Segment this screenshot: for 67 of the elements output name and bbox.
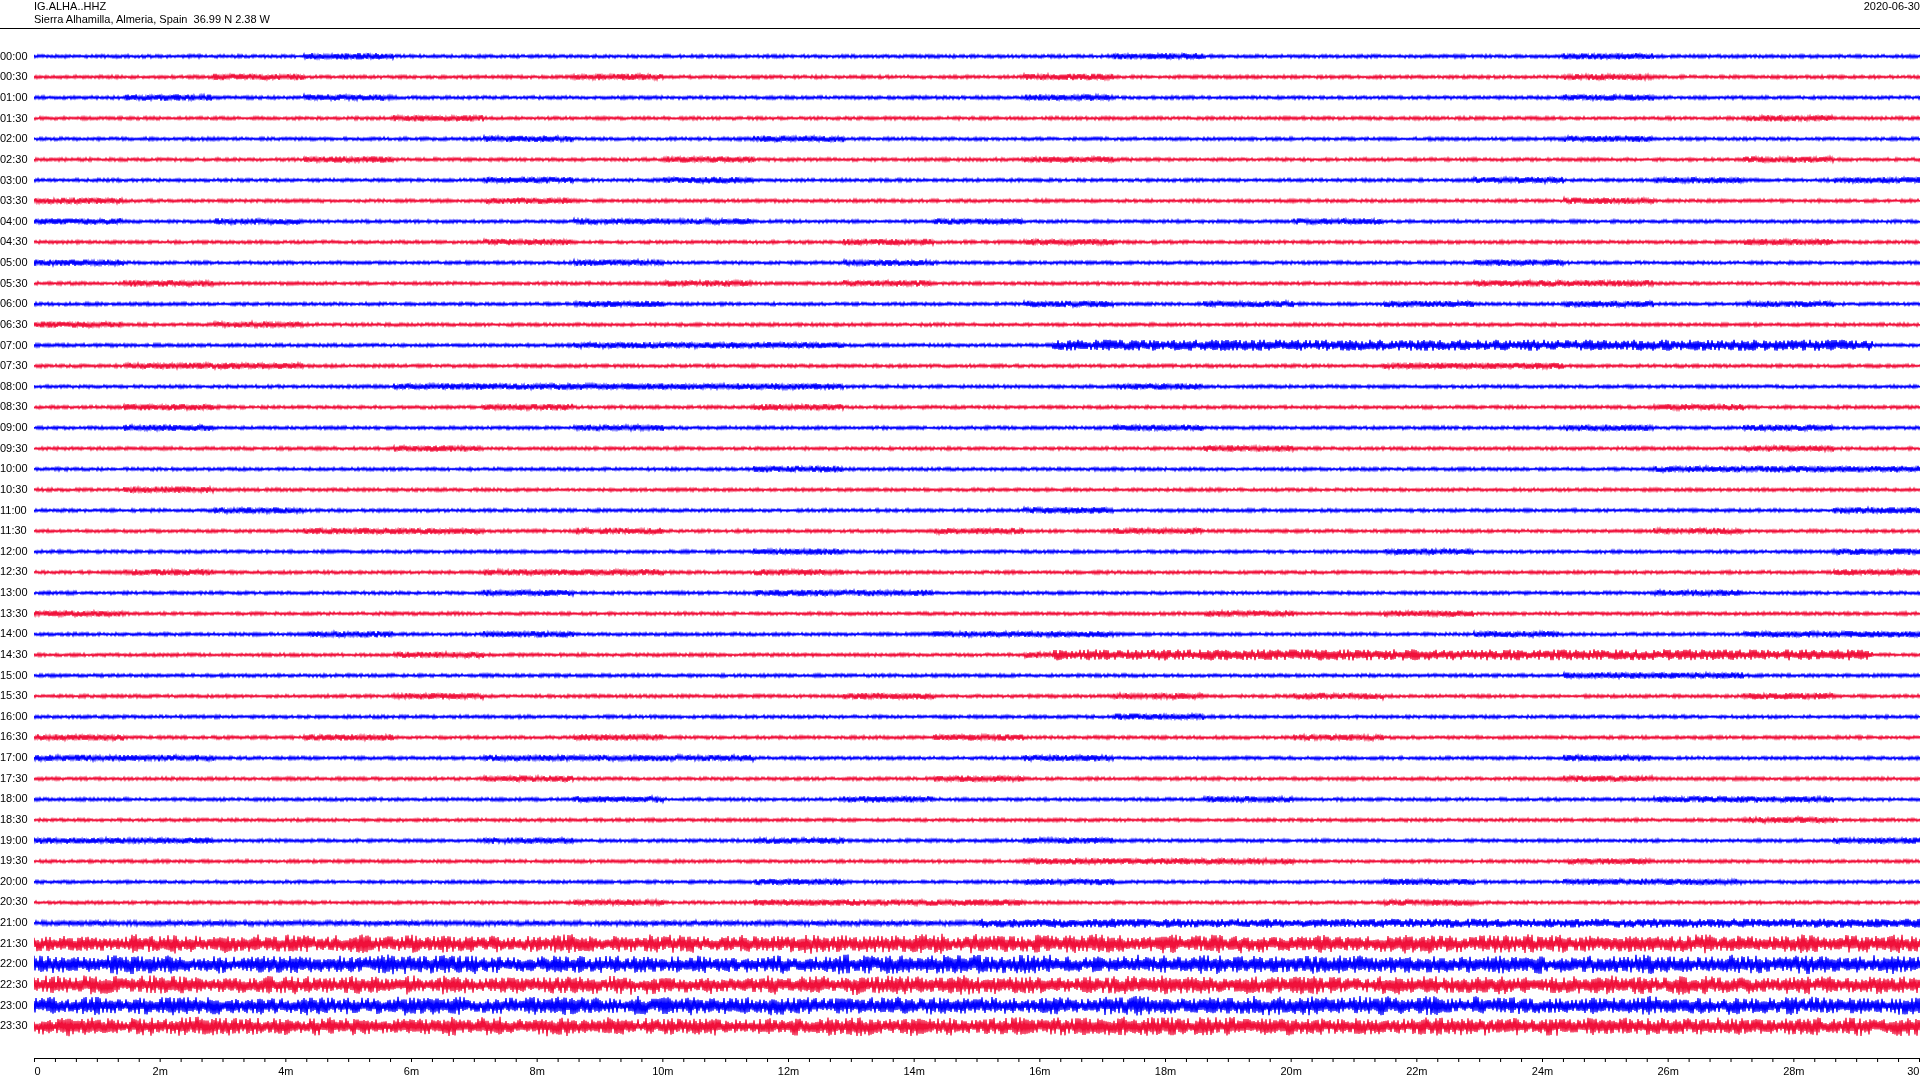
time-label: 11:30 bbox=[0, 524, 27, 538]
time-label: 07:30 bbox=[0, 359, 28, 373]
time-label: 02:30 bbox=[0, 152, 28, 166]
axis-label: 24m bbox=[1531, 1064, 1554, 1077]
axis-label: 18m bbox=[1154, 1064, 1177, 1077]
time-label: 15:00 bbox=[0, 668, 28, 682]
time-label: 15:30 bbox=[0, 689, 28, 703]
station-location: Sierra Alhamilla, Almeria, Spain 36.99 N 2.38 W bbox=[34, 13, 270, 26]
time-label: 06:30 bbox=[0, 317, 28, 331]
axis-label: 10m bbox=[652, 1064, 674, 1077]
time-label: 05:00 bbox=[0, 256, 28, 270]
time-label: 21:00 bbox=[0, 916, 28, 930]
station-code: IG.ALHA..HHZ bbox=[34, 0, 108, 13]
plot-date: 2020-06-30 bbox=[1863, 0, 1920, 13]
axis-label: 26m bbox=[1657, 1064, 1679, 1077]
time-label: 07:00 bbox=[0, 338, 28, 352]
time-label: 01:30 bbox=[0, 111, 28, 125]
time-label: 04:30 bbox=[0, 235, 28, 249]
time-label: 18:00 bbox=[0, 792, 28, 806]
time-label: 12:30 bbox=[0, 565, 28, 579]
time-label: 01:00 bbox=[0, 91, 28, 105]
time-label: 00:30 bbox=[0, 70, 28, 84]
time-label: 23:30 bbox=[0, 1019, 28, 1033]
time-label: 16:00 bbox=[0, 709, 28, 723]
time-label: 19:30 bbox=[0, 854, 28, 868]
axis-label: 2m bbox=[152, 1064, 168, 1077]
time-label: 00:00 bbox=[0, 49, 28, 63]
time-label: 09:30 bbox=[0, 441, 28, 455]
time-label: 23:00 bbox=[0, 998, 28, 1012]
time-label: 08:30 bbox=[0, 400, 28, 414]
time-label: 17:00 bbox=[0, 751, 28, 765]
axis-label: 22m bbox=[1406, 1064, 1428, 1077]
axis-label: 12m bbox=[777, 1064, 800, 1077]
axis-label: 8m bbox=[529, 1064, 545, 1077]
time-label: 14:00 bbox=[0, 627, 28, 641]
time-label: 20:30 bbox=[0, 895, 28, 909]
axis-label: 4m bbox=[278, 1064, 294, 1077]
time-label: 02:00 bbox=[0, 132, 28, 146]
time-label: 22:30 bbox=[0, 977, 28, 991]
axis-label: 28m bbox=[1783, 1064, 1805, 1077]
time-label: 10:30 bbox=[0, 482, 28, 496]
axis-label: 20m bbox=[1280, 1064, 1302, 1077]
axis-label: 6m bbox=[403, 1064, 420, 1077]
axis-label: 16m bbox=[1029, 1064, 1051, 1077]
axis-label: 14m bbox=[903, 1064, 925, 1077]
time-label: 14:30 bbox=[0, 647, 28, 661]
time-label: 11:00 bbox=[0, 503, 27, 517]
time-label: 21:30 bbox=[0, 936, 28, 950]
time-label: 09:00 bbox=[0, 421, 28, 435]
time-label: 08:00 bbox=[0, 379, 28, 393]
time-label: 17:30 bbox=[0, 771, 28, 785]
time-label: 10:00 bbox=[0, 462, 28, 476]
time-label: 03:00 bbox=[0, 173, 28, 187]
time-label: 19:00 bbox=[0, 833, 28, 847]
axis-label: 0 bbox=[34, 1064, 41, 1077]
time-label: 22:00 bbox=[0, 957, 28, 971]
time-label: 13:00 bbox=[0, 586, 28, 600]
time-label: 04:00 bbox=[0, 214, 28, 228]
time-label: 06:00 bbox=[0, 297, 28, 311]
time-label: 12:00 bbox=[0, 544, 28, 558]
time-label: 13:30 bbox=[0, 606, 28, 620]
time-label: 16:30 bbox=[0, 730, 28, 744]
axis-label: 30 bbox=[1907, 1064, 1920, 1077]
time-label: 18:30 bbox=[0, 812, 28, 826]
time-label: 20:00 bbox=[0, 874, 28, 888]
time-label: 03:30 bbox=[0, 194, 28, 208]
time-label: 05:30 bbox=[0, 276, 28, 290]
